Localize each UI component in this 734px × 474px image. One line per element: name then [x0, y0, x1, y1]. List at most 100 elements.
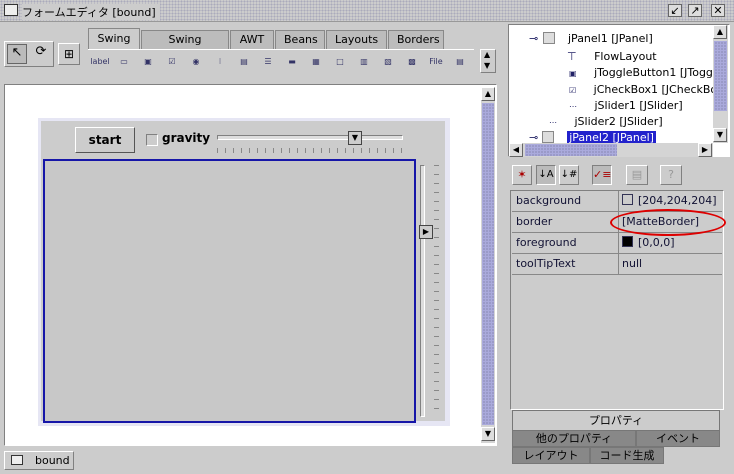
tree-scroll-up-icon[interactable]: ▲: [713, 25, 727, 39]
maximize-icon[interactable]: ↗: [688, 4, 702, 17]
vertical-slider[interactable]: ▶: [419, 165, 443, 417]
connection-mode-icon[interactable]: ⟳: [31, 44, 51, 64]
menu-icon[interactable]: ▤: [450, 52, 470, 72]
designer-scrollbar[interactable]: ▲ ▼: [481, 87, 495, 443]
scroll-pane-icon[interactable]: ▧: [378, 52, 398, 72]
tree-node-selected[interactable]: ⊸ jPanel2 [JPanel]: [529, 130, 656, 143]
toolbar-icon[interactable]: ▩: [402, 52, 422, 72]
jpanel2[interactable]: [43, 159, 416, 423]
slider-ticks: [217, 148, 403, 153]
filter-icon[interactable]: ✓≡: [592, 165, 612, 185]
label-icon[interactable]: label: [90, 52, 110, 72]
property-row-tooltip[interactable]: toolTipText null: [512, 254, 722, 275]
panel-icon[interactable]: □: [330, 52, 350, 72]
tree-hscroll-thumb[interactable]: [525, 144, 617, 156]
tree-node[interactable]: ⊸ jPanel1 [JPanel]: [529, 31, 653, 47]
file-chooser-icon[interactable]: File: [426, 52, 446, 72]
property-row-foreground[interactable]: foreground [0,0,0]: [512, 233, 722, 254]
radio-button-icon[interactable]: ◉: [186, 52, 206, 72]
property-value[interactable]: [0,0,0]: [622, 233, 675, 253]
tab-events[interactable]: イベント: [636, 430, 720, 447]
slider-thumb[interactable]: ▼: [348, 131, 362, 145]
button-icon[interactable]: ▭: [114, 52, 134, 72]
combo-box-icon[interactable]: ▤: [234, 52, 254, 72]
palette-spinner[interactable]: ▲ ▼: [480, 49, 496, 73]
sort-by-name-icon[interactable]: ↓A: [536, 165, 556, 185]
palette-down-icon[interactable]: ▼: [484, 61, 490, 70]
property-name: foreground: [512, 233, 619, 253]
list-icon[interactable]: ☰: [258, 52, 278, 72]
tree-node-label: jCheckBox1 [JCheckBox: [593, 83, 713, 96]
tab-layouts[interactable]: Layouts: [326, 30, 387, 49]
close-icon[interactable]: ✕: [711, 4, 725, 17]
tree-vscroll[interactable]: ▲ ▼: [713, 25, 728, 143]
tab-swing-other[interactable]: Swing (Other): [141, 30, 229, 63]
tree-node-label: jSlider2 [JSlider]: [574, 115, 663, 128]
expand-icon: ⊸: [529, 131, 539, 143]
tab-other-properties[interactable]: 他のプロパティ: [512, 430, 636, 447]
text-area-icon[interactable]: ▦: [306, 52, 326, 72]
property-value[interactable]: [204,204,204]: [622, 191, 717, 211]
tree-content: ⊸ jPanel1 [JPanel] ⊤ FlowLayout ▣ jToggl…: [509, 27, 713, 143]
selection-mode-icon[interactable]: ↖: [7, 44, 27, 64]
toggle-node-icon: ▣: [569, 69, 577, 78]
property-toolbar: ✶ ↓A ↓# ✓≡ ▤ ?: [508, 160, 730, 190]
mode-toolbar: ↖ ⟳: [4, 41, 54, 67]
checkbox-icon[interactable]: ☑: [162, 52, 182, 72]
help-icon[interactable]: ?: [660, 165, 682, 185]
palette-up-icon[interactable]: ▲: [484, 50, 490, 59]
tree-node[interactable]: ☑ jCheckBox1 [JCheckBox: [569, 82, 713, 98]
tree-node[interactable]: ⋯ jSlider2 [JSlider]: [549, 114, 663, 130]
tab-swing[interactable]: Swing: [88, 28, 140, 49]
tree-node[interactable]: ▣ jToggleButton1 [JToggle: [569, 65, 713, 81]
tree-scroll-right-icon[interactable]: ▶: [698, 143, 712, 157]
designer-scroll-thumb[interactable]: [482, 103, 494, 425]
slider-track: [217, 135, 403, 140]
tree-node[interactable]: ⋯ jSlider1 [JSlider]: [569, 98, 683, 114]
unsorted-icon[interactable]: ✶: [512, 165, 532, 185]
status-bar: bound: [0, 449, 500, 474]
horizontal-slider[interactable]: ▼: [217, 131, 403, 155]
color-swatch-icon: [622, 194, 633, 205]
text-field-icon[interactable]: ▬: [282, 52, 302, 72]
component-inspector-tree: ⊸ jPanel1 [JPanel] ⊤ FlowLayout ▣ jToggl…: [508, 24, 730, 157]
toggle-button-icon[interactable]: ▣: [138, 52, 158, 72]
checkbox-node-icon: ☑: [569, 86, 577, 95]
tab-awt[interactable]: AWT: [230, 30, 274, 49]
gravity-checkbox[interactable]: [146, 134, 158, 146]
tree-scroll-left-icon[interactable]: ◀: [509, 143, 523, 157]
vslider-thumb[interactable]: ▶: [419, 225, 433, 239]
status-tab-bound[interactable]: bound: [4, 451, 74, 470]
start-button[interactable]: start: [75, 127, 135, 153]
form-designer: start gravity ▼ ▶ ▲ ▼: [4, 84, 497, 446]
property-value-text: [204,204,204]: [638, 194, 717, 207]
property-name: toolTipText: [512, 254, 619, 274]
tab-layout[interactable]: レイアウト: [512, 447, 590, 464]
minimize-icon[interactable]: ↙: [668, 4, 682, 17]
tab-beans[interactable]: Beans: [275, 30, 325, 49]
tree-node[interactable]: ⊤ FlowLayout: [567, 49, 657, 65]
customize-icon[interactable]: ▤: [626, 165, 648, 185]
panel-node-icon: [541, 131, 554, 143]
scroll-up-icon[interactable]: ▲: [481, 87, 495, 101]
property-value[interactable]: null: [622, 254, 642, 274]
tree-scroll-down-icon[interactable]: ▼: [713, 128, 727, 142]
vslider-track: [420, 165, 425, 417]
tree-hscroll[interactable]: ◀ ▶: [509, 143, 713, 157]
tab-borders[interactable]: Borders: [388, 30, 444, 49]
tab-properties[interactable]: プロパティ: [512, 410, 720, 430]
form-icon: [11, 455, 23, 465]
property-row-background[interactable]: background [204,204,204]: [512, 191, 722, 212]
tree-vscroll-thumb[interactable]: [714, 41, 727, 111]
scroll-down-icon[interactable]: ▼: [481, 427, 495, 441]
tab-code-generation[interactable]: コード生成: [590, 447, 664, 464]
sort-by-type-icon[interactable]: ↓#: [559, 165, 579, 185]
slider-node-icon: ⋯: [549, 118, 557, 127]
tabbed-pane-icon[interactable]: ▥: [354, 52, 374, 72]
form-content: start gravity ▼ ▶: [41, 121, 445, 423]
window-title: フォームエディタ [bound]: [22, 4, 160, 20]
highlight-ellipse: [610, 209, 726, 236]
test-form-icon[interactable]: ⊞: [58, 43, 80, 65]
button-group-icon[interactable]: ⁝: [210, 52, 230, 72]
form-frame: start gravity ▼ ▶: [38, 118, 450, 426]
